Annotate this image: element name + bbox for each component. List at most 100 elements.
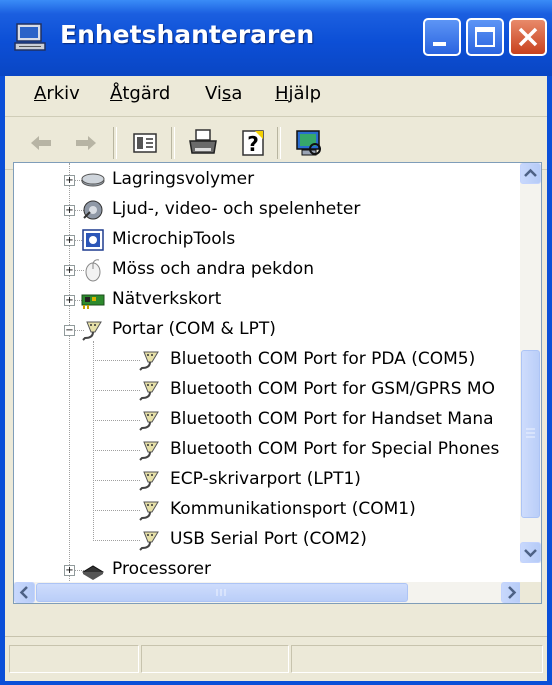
expand-toggle[interactable]: +: [64, 235, 75, 246]
chevron-up-icon: [524, 168, 537, 177]
horizontal-scroll-thumb[interactable]: [36, 583, 408, 602]
port-icon: [139, 441, 159, 461]
device-tree[interactable]: + Lagringsvolymer + Ljud-, video- och spele…: [13, 162, 542, 604]
tree-category[interactable]: + Lagringsvolymer: [14, 165, 524, 195]
chip-tool-icon: [82, 229, 104, 251]
tree-connector: [93, 390, 140, 391]
tree-device[interactable]: Bluetooth COM Port for GSM/GPRS MO: [14, 375, 524, 405]
tree-item-label: ECP-skrivarport (LPT1): [170, 469, 361, 489]
chevron-down-icon: [524, 549, 537, 558]
menu-hjalp-rest: jälp: [288, 83, 322, 104]
port-icon: [139, 351, 159, 371]
tree-device[interactable]: Bluetooth COM Port for PDA (COM5): [14, 345, 524, 375]
tree-item-label: Bluetooth COM Port for Special Phones: [170, 439, 500, 459]
tree-connector: [93, 420, 140, 421]
tree-connector: [93, 450, 140, 451]
horizontal-scrollbar[interactable]: [14, 582, 522, 603]
expand-toggle[interactable]: +: [64, 565, 75, 576]
tree-device[interactable]: Bluetooth COM Port for Handset Mana: [14, 405, 524, 435]
tree-item-label: Ljud-, video- och spelenheter: [112, 199, 361, 219]
forward-arrow-icon[interactable]: [70, 127, 102, 159]
menu-visa-rest: a: [231, 83, 243, 104]
menu-visa-key: s: [221, 83, 232, 104]
window-title: Enhetshanteraren: [60, 20, 315, 49]
storage-volume-icon: [81, 173, 105, 187]
scrollbar-corner: [520, 582, 541, 603]
minimize-icon: [433, 42, 446, 46]
menu-atgard-rest: tgärd: [122, 83, 171, 104]
tree-category[interactable]: + Ljud-, video- och spelenheter: [14, 195, 524, 225]
status-bar: [5, 636, 547, 681]
status-cell: [291, 645, 543, 673]
back-arrow-icon[interactable]: [25, 127, 57, 159]
port-icon: [139, 381, 159, 401]
expand-toggle[interactable]: +: [64, 265, 75, 276]
menu-visa-pre: Vi: [205, 83, 222, 104]
tree-category[interactable]: − Portar (COM & LPT): [14, 315, 524, 345]
print-icon[interactable]: [187, 127, 219, 159]
tree-branch-line: [93, 341, 94, 541]
menu-arkiv[interactable]: Arkiv: [34, 83, 80, 104]
tree-device[interactable]: ECP-skrivarport (LPT1): [14, 465, 524, 495]
minimize-button[interactable]: [423, 18, 461, 56]
scroll-up-button[interactable]: [520, 163, 541, 184]
menu-visa[interactable]: Visa: [205, 83, 242, 104]
menu-atgard[interactable]: Åtgärd: [110, 83, 170, 104]
expand-toggle[interactable]: +: [64, 205, 75, 216]
tree-category[interactable]: + Processorer: [14, 555, 524, 585]
help-icon[interactable]: ?: [237, 127, 269, 159]
tree-connector: [93, 510, 140, 511]
properties-icon[interactable]: [129, 127, 161, 159]
tree-connector: [93, 360, 140, 361]
title-bar[interactable]: Enhetshanteraren: [0, 0, 552, 76]
tree-device[interactable]: Kommunikationsport (COM1): [14, 495, 524, 525]
device-manager-window: Enhetshanteraren Arkiv Åtgärd Visa Hjälp: [0, 0, 552, 685]
scroll-right-button[interactable]: [501, 582, 522, 603]
menu-atgard-key: Å: [110, 83, 123, 104]
tree-item-label: Nätverkskort: [112, 289, 222, 309]
tree-connector: [93, 540, 140, 541]
status-cell: [141, 645, 289, 673]
scroll-left-button[interactable]: [14, 582, 35, 603]
scroll-down-button[interactable]: [520, 542, 541, 563]
expand-toggle[interactable]: +: [64, 175, 75, 186]
tree-category[interactable]: + Nätverkskort: [14, 285, 524, 315]
menu-arkiv-key: A: [34, 83, 47, 104]
port-icon: [139, 501, 159, 521]
svg-text:?: ?: [247, 132, 259, 156]
tree-device[interactable]: Bluetooth COM Port for Special Phones: [14, 435, 524, 465]
tree-item-label: USB Serial Port (COM2): [170, 529, 367, 549]
tree-item-label: Bluetooth COM Port for GSM/GPRS MO: [170, 379, 495, 399]
tree-item-label: Processorer: [112, 559, 211, 579]
tree-category[interactable]: + MicrochipTools: [14, 225, 524, 255]
tree-item-label: MicrochipTools: [112, 229, 236, 249]
vertical-scrollbar[interactable]: [520, 163, 541, 563]
toolbar-separator: [277, 127, 281, 159]
toolbar-separator: [171, 127, 175, 159]
close-button[interactable]: [509, 18, 547, 56]
menu-arkiv-rest: rkiv: [46, 83, 80, 104]
port-icon: [139, 471, 159, 491]
tree-device[interactable]: USB Serial Port (COM2): [14, 525, 524, 555]
client-area: Arkiv Åtgärd Visa Hjälp ? + Lagringsvoly…: [5, 76, 547, 681]
processor-icon: [82, 565, 104, 580]
tree-item-label: Möss och andra pekdon: [112, 259, 314, 279]
chevron-left-icon: [19, 586, 28, 599]
computer-icon: [14, 23, 46, 51]
tree-category[interactable]: + Möss och andra pekdon: [14, 255, 524, 285]
port-icon: [139, 411, 159, 431]
status-cell: [9, 645, 139, 673]
scan-hardware-icon[interactable]: [293, 127, 325, 159]
collapse-toggle[interactable]: −: [64, 325, 75, 336]
expand-toggle[interactable]: +: [64, 295, 75, 306]
port-icon: [139, 531, 159, 551]
tree-item-label: Bluetooth COM Port for PDA (COM5): [170, 349, 476, 369]
maximize-button[interactable]: [466, 18, 504, 56]
tree-item-label: Kommunikationsport (COM1): [170, 499, 416, 519]
mouse-icon: [85, 259, 101, 282]
vertical-scroll-thumb[interactable]: [521, 350, 540, 518]
grip-icon: [526, 428, 535, 438]
close-icon: [518, 27, 538, 47]
maximize-icon: [475, 27, 495, 47]
menu-hjalp[interactable]: Hjälp: [275, 83, 321, 104]
